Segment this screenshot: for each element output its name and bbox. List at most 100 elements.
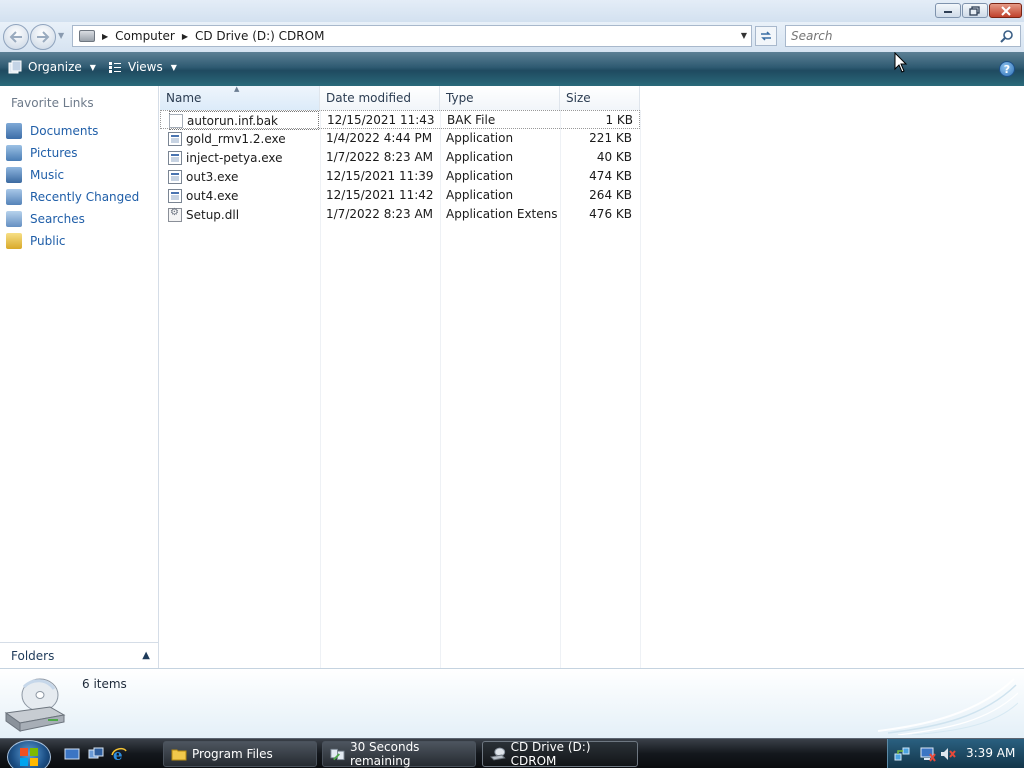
title-bar	[0, 0, 1024, 22]
column-header-label: Type	[446, 91, 474, 105]
address-bar[interactable]: ▶ Computer ▶ CD Drive (D:) CDROM ▼	[72, 25, 752, 47]
file-size: 221 KB	[589, 131, 632, 145]
file-name-cell[interactable]: Setup.dll	[168, 205, 318, 224]
sidebar-item-music[interactable]: Music	[6, 164, 139, 186]
file-name-cell[interactable]: gold_rmv1.2.exe	[168, 129, 318, 148]
file-row[interactable]: inject-petya.exe 1/7/2022 8:23 AM Applic…	[160, 148, 640, 167]
navigation-bar: ▼ ▶ Computer ▶ CD Drive (D:) CDROM ▼	[0, 22, 1024, 52]
application-icon	[168, 131, 182, 146]
file-name-cell[interactable]: out4.exe	[168, 186, 318, 205]
file-date: 1/7/2022 8:23 AM	[326, 150, 434, 164]
breadcrumb-arrow-icon[interactable]: ▶	[102, 32, 108, 41]
sidebar-item-label: Public	[30, 234, 66, 248]
file-name-cell[interactable]: autorun.inf.bak	[169, 111, 319, 130]
refresh-button[interactable]	[755, 26, 777, 46]
organize-button[interactable]: Organize ▼	[8, 60, 96, 74]
file-list: ▲ Name Date modified Type Size autorun.i…	[160, 85, 1024, 668]
restore-icon	[969, 5, 980, 16]
show-desktop-icon[interactable]	[64, 746, 80, 762]
views-button[interactable]: Views ▼	[108, 60, 177, 74]
file-type: Application Extens...	[446, 207, 558, 221]
computer-drive-icon	[79, 30, 95, 42]
views-icon	[109, 62, 121, 73]
column-header-date-modified[interactable]: Date modified	[320, 86, 440, 110]
search-input[interactable]	[791, 29, 991, 43]
sidebar-item-label: Documents	[30, 124, 99, 138]
file-row[interactable]: Setup.dll 1/7/2022 8:23 AM Application E…	[160, 205, 640, 224]
details-pane: 6 items	[0, 668, 1024, 738]
refresh-icon	[761, 31, 771, 41]
sidebar-item-documents[interactable]: Documents	[6, 120, 139, 142]
search-icon[interactable]	[1000, 29, 1014, 43]
forward-arrow-icon	[37, 31, 50, 43]
breadcrumb-computer[interactable]: Computer	[115, 29, 175, 43]
taskbar-item-copy-progress[interactable]: 30 Seconds remaining	[322, 740, 476, 768]
file-name-cell[interactable]: inject-petya.exe	[168, 148, 318, 167]
volume-muted-icon[interactable]	[940, 746, 956, 762]
breadcrumb-arrow-icon[interactable]: ▶	[182, 32, 188, 41]
application-icon	[168, 169, 182, 184]
favorite-links-heading: Favorite Links	[11, 96, 94, 110]
application-icon	[168, 150, 182, 165]
taskbar-item-cd-drive[interactable]: CD Drive (D:) CDROM	[482, 740, 638, 768]
file-size: 476 KB	[589, 207, 632, 221]
decorative-swoosh-icon	[878, 678, 1018, 735]
file-size: 1 KB	[605, 113, 633, 127]
minimize-button[interactable]	[935, 3, 961, 18]
sidebar-item-searches[interactable]: Searches	[6, 208, 139, 230]
file-name: out3.exe	[186, 169, 239, 184]
column-header-label: Size	[566, 91, 591, 105]
taskbar-item-label: CD Drive (D:) CDROM	[510, 740, 591, 768]
dll-file-icon	[168, 207, 182, 222]
sort-ascending-icon: ▲	[234, 85, 240, 93]
sidebar-item-public[interactable]: Public	[6, 230, 139, 252]
recently-changed-icon	[6, 189, 22, 205]
windows-logo-icon	[20, 748, 38, 766]
recent-pages-dropdown-icon[interactable]: ▼	[58, 31, 64, 40]
chevron-down-icon: ▼	[89, 62, 96, 72]
breadcrumb-cd-drive[interactable]: CD Drive (D:) CDROM	[195, 29, 324, 43]
file-row[interactable]: gold_rmv1.2.exe 1/4/2022 4:44 PM Applica…	[160, 129, 640, 148]
help-icon[interactable]: ?	[999, 61, 1015, 77]
switch-windows-icon[interactable]	[88, 746, 104, 762]
cd-drive-icon	[490, 747, 506, 761]
column-header-type[interactable]: Type	[440, 86, 560, 110]
file-row[interactable]: autorun.inf.bak 12/15/2021 11:43 ... BAK…	[160, 110, 640, 130]
sidebar-item-recently-changed[interactable]: Recently Changed	[6, 186, 139, 208]
file-row[interactable]: out4.exe 12/15/2021 11:42 ... Applicatio…	[160, 186, 640, 205]
file-date: 12/15/2021 11:43 ...	[327, 113, 439, 127]
network-icon[interactable]	[894, 746, 910, 762]
column-divider	[640, 110, 641, 668]
column-header-size[interactable]: Size	[560, 86, 640, 110]
back-button[interactable]	[3, 24, 29, 50]
cd-drive-icon	[4, 678, 66, 732]
clock[interactable]: 3:39 AM	[966, 746, 1015, 760]
close-button[interactable]	[989, 3, 1022, 18]
file-name: gold_rmv1.2.exe	[186, 131, 286, 146]
sidebar-item-pictures[interactable]: Pictures	[6, 142, 139, 164]
forward-button[interactable]	[30, 24, 56, 50]
file-name: Setup.dll	[186, 207, 240, 222]
close-icon	[1000, 5, 1011, 16]
command-bar: Organize ▼ Views ▼ ?	[0, 52, 1024, 86]
file-type: Application	[446, 131, 514, 145]
file-name-cell[interactable]: out3.exe	[168, 167, 318, 186]
search-box[interactable]	[785, 25, 1021, 47]
restore-button[interactable]	[962, 3, 988, 18]
taskbar-item-label: Program Files	[192, 747, 273, 761]
sidebar-item-label: Pictures	[30, 146, 78, 160]
folders-toggle[interactable]: Folders ▲	[0, 642, 158, 668]
navigation-pane: Favorite Links Documents Pictures Music …	[0, 86, 159, 668]
file-row[interactable]: out3.exe 12/15/2021 11:39 ... Applicatio…	[160, 167, 640, 186]
documents-icon	[6, 123, 22, 139]
start-button[interactable]	[7, 740, 51, 768]
address-history-dropdown-icon[interactable]: ▼	[741, 31, 747, 40]
file-date: 1/4/2022 4:44 PM	[326, 131, 433, 145]
column-header-name[interactable]: ▲ Name	[160, 85, 320, 110]
mouse-cursor-icon	[894, 52, 908, 73]
security-monitor-icon[interactable]	[920, 746, 936, 762]
column-header-label: Name	[166, 91, 202, 105]
internet-explorer-icon[interactable]: e	[111, 746, 127, 762]
taskbar-item-program-files[interactable]: Program Files	[163, 741, 317, 767]
file-type: Application	[446, 169, 514, 183]
